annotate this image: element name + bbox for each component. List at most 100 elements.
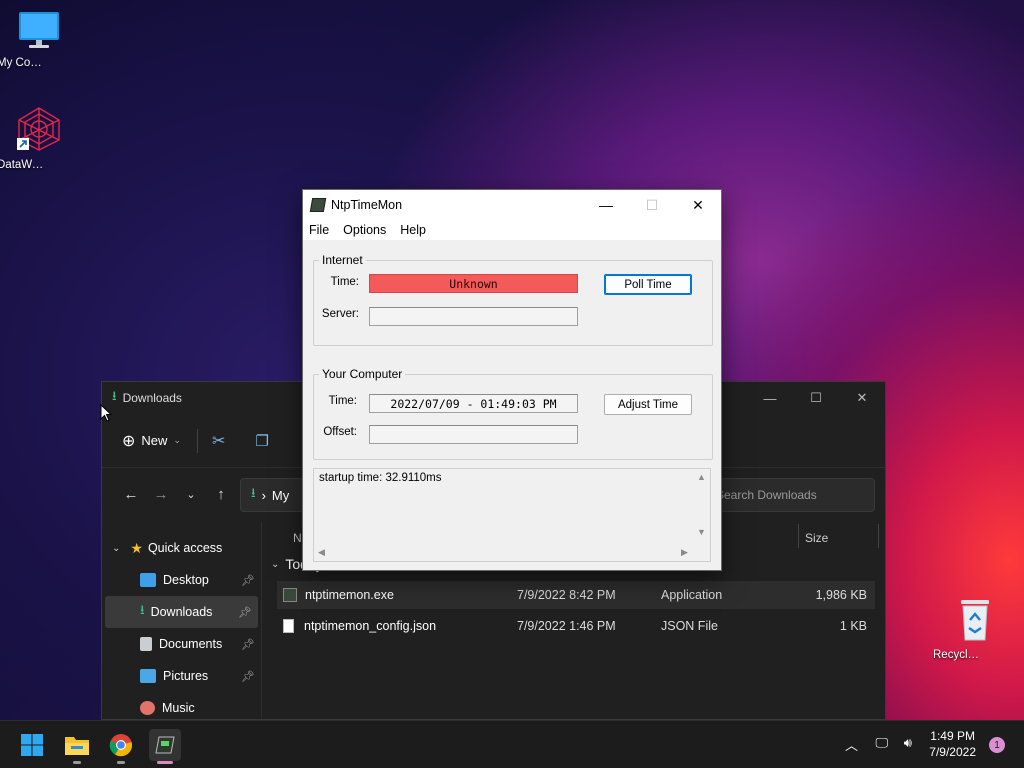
poll-time-button[interactable]: Poll Time bbox=[604, 274, 692, 295]
scroll-down-arrow-icon[interactable]: ▼ bbox=[697, 527, 706, 537]
back-arrow-icon[interactable]: ← bbox=[116, 486, 146, 503]
mouse-cursor-icon bbox=[100, 404, 112, 422]
monitor-icon bbox=[19, 12, 59, 48]
column-divider bbox=[798, 524, 799, 548]
download-icon: ⭳ bbox=[251, 485, 256, 500]
divider bbox=[196, 428, 198, 453]
desktop-icon-label: My Computer bbox=[0, 57, 47, 69]
sidebar-item-downloads[interactable]: ⭳ Downloads 📌︎ bbox=[105, 596, 258, 628]
running-indicator bbox=[73, 761, 81, 764]
taskbar-chrome[interactable] bbox=[105, 729, 137, 764]
pictures-icon bbox=[140, 669, 156, 683]
internet-time-label: Time: bbox=[330, 276, 359, 288]
sidebar-item-pictures[interactable]: Pictures 📌︎ bbox=[102, 660, 261, 692]
server-field[interactable] bbox=[369, 307, 578, 326]
pin-icon[interactable]: 📌︎ bbox=[241, 638, 255, 651]
taskbar-file-explorer[interactable] bbox=[61, 729, 93, 764]
file-type: JSON File bbox=[661, 619, 718, 633]
menu-file[interactable]: File bbox=[309, 223, 329, 237]
file-date: 7/9/2022 8:42 PM bbox=[517, 588, 616, 602]
desktop-icon-datawagon[interactable]: DataWagon... bbox=[0, 106, 81, 171]
notification-badge[interactable]: 1 bbox=[989, 737, 1005, 753]
music-icon bbox=[140, 701, 155, 715]
column-header-size[interactable]: Size bbox=[805, 531, 828, 545]
forward-arrow-icon[interactable]: → bbox=[146, 486, 176, 503]
scroll-right-arrow-icon[interactable]: ▶ bbox=[681, 547, 688, 558]
star-icon: ★ bbox=[130, 539, 143, 556]
file-size: 1 KB bbox=[839, 619, 867, 633]
show-hidden-icons-chevron-icon[interactable]: ︿ bbox=[845, 735, 858, 754]
pin-icon[interactable]: 📌︎ bbox=[238, 606, 252, 619]
pin-icon[interactable]: 📌︎ bbox=[241, 574, 255, 587]
your-computer-group-label: Your Computer bbox=[319, 367, 406, 381]
file-explorer-icon bbox=[65, 737, 89, 755]
menu-help[interactable]: Help bbox=[400, 223, 426, 237]
desktop-folder-icon bbox=[140, 573, 156, 587]
computer-time-label: Time: bbox=[328, 395, 357, 407]
chevron-down-icon: ⌄ bbox=[271, 558, 280, 570]
minimize-icon[interactable]: — bbox=[583, 190, 629, 220]
log-output[interactable]: startup time: 32.9110ms ▲ ▼ ◀ ▶ bbox=[313, 468, 711, 562]
taskbar-ntptimemon[interactable] bbox=[149, 729, 181, 764]
download-icon: ⭳ bbox=[140, 602, 145, 617]
download-icon: ⭳ bbox=[112, 388, 117, 403]
recycle-bin-icon bbox=[961, 600, 989, 641]
file-name: ntptimemon.exe bbox=[305, 588, 394, 602]
close-icon[interactable]: ✕ bbox=[839, 382, 885, 414]
ntp-titlebar[interactable]: NtpTimeMon — ☐ ✕ bbox=[303, 190, 721, 220]
search-input[interactable]: Search Downloads bbox=[707, 478, 875, 512]
server-label: Server: bbox=[321, 308, 359, 320]
copy-icon[interactable]: ❐ bbox=[255, 432, 268, 450]
menu-options[interactable]: Options bbox=[343, 223, 386, 237]
file-date: 7/9/2022 1:46 PM bbox=[517, 619, 616, 633]
new-button[interactable]: ⊕ New ⌄ bbox=[122, 431, 181, 451]
explorer-title: Downloads bbox=[122, 391, 182, 405]
horizontal-scrollbar[interactable]: ◀ ▶ bbox=[314, 544, 694, 561]
computer-time-field: 2022/07/09 - 01:49:03 PM bbox=[369, 394, 578, 413]
vertical-scrollbar[interactable]: ▲ ▼ bbox=[694, 469, 710, 541]
address-bar[interactable]: ⭳ › My bbox=[240, 478, 310, 512]
pin-icon[interactable]: 📌︎ bbox=[241, 670, 255, 683]
desktop-icon-my-computer[interactable]: My Computer bbox=[0, 10, 81, 69]
ntptimemon-window[interactable]: NtpTimeMon — ☐ ✕ File Options Help Inter… bbox=[302, 189, 722, 571]
up-arrow-icon[interactable]: ↑ bbox=[206, 486, 236, 503]
scroll-up-arrow-icon[interactable]: ▲ bbox=[697, 472, 706, 482]
file-name: ntptimemon_config.json bbox=[304, 619, 437, 633]
explorer-window-controls: — ☐ ✕ bbox=[747, 382, 885, 414]
file-size: 1,986 KB bbox=[815, 588, 867, 602]
clock[interactable]: 1:49 PM 7/9/2022 bbox=[929, 728, 976, 760]
close-icon[interactable]: ✕ bbox=[675, 190, 721, 220]
sidebar-item-desktop[interactable]: Desktop 📌︎ bbox=[102, 564, 261, 596]
sidebar-item-quick-access[interactable]: ⌄ ★ Quick access bbox=[102, 532, 261, 564]
cut-icon[interactable]: ✂ bbox=[212, 431, 225, 451]
desktop-icon-label: Recycle Bin bbox=[933, 649, 983, 661]
log-text: startup time: 32.9110ms bbox=[319, 472, 442, 484]
sidebar-item-documents[interactable]: Documents 📌︎ bbox=[102, 628, 261, 660]
clock-time: 1:49 PM bbox=[930, 729, 975, 743]
desktop-icon-recycle-bin[interactable]: Recycle Bin bbox=[933, 598, 1017, 661]
network-icon[interactable]: 🖵︎ bbox=[875, 735, 888, 751]
breadcrumb-chevron-icon: › bbox=[261, 487, 266, 503]
file-row[interactable]: ntptimemon_config.json 7/9/2022 1:46 PM … bbox=[277, 612, 875, 640]
offset-field bbox=[369, 425, 578, 444]
ntp-window-controls: — ☐ ✕ bbox=[583, 190, 721, 220]
scroll-left-arrow-icon[interactable]: ◀ bbox=[318, 547, 325, 558]
plus-circle-icon: ⊕ bbox=[122, 432, 136, 450]
file-type: Application bbox=[661, 588, 723, 602]
adjust-time-button[interactable]: Adjust Time bbox=[604, 394, 692, 415]
sidebar-item-label: Music bbox=[162, 701, 195, 715]
recent-chevron-icon[interactable]: ⌄ bbox=[176, 488, 206, 501]
internet-group-label: Internet bbox=[319, 253, 366, 267]
search-placeholder: Search Downloads bbox=[716, 488, 817, 502]
minimize-icon[interactable]: — bbox=[747, 382, 793, 414]
file-icon bbox=[283, 619, 294, 633]
file-row[interactable]: ntptimemon.exe 7/9/2022 8:42 PM Applicat… bbox=[277, 581, 875, 609]
start-button[interactable] bbox=[16, 729, 48, 761]
desktop-icon-label: DataWagon... bbox=[0, 159, 47, 171]
ntp-menu-bar: File Options Help bbox=[303, 220, 721, 240]
windows-logo-icon bbox=[21, 734, 43, 756]
maximize-icon[interactable]: ☐ bbox=[793, 382, 839, 414]
volume-icon[interactable]: 🔊︎ bbox=[904, 735, 912, 751]
sidebar-item-music[interactable]: Music bbox=[102, 692, 261, 719]
column-divider bbox=[878, 524, 879, 548]
